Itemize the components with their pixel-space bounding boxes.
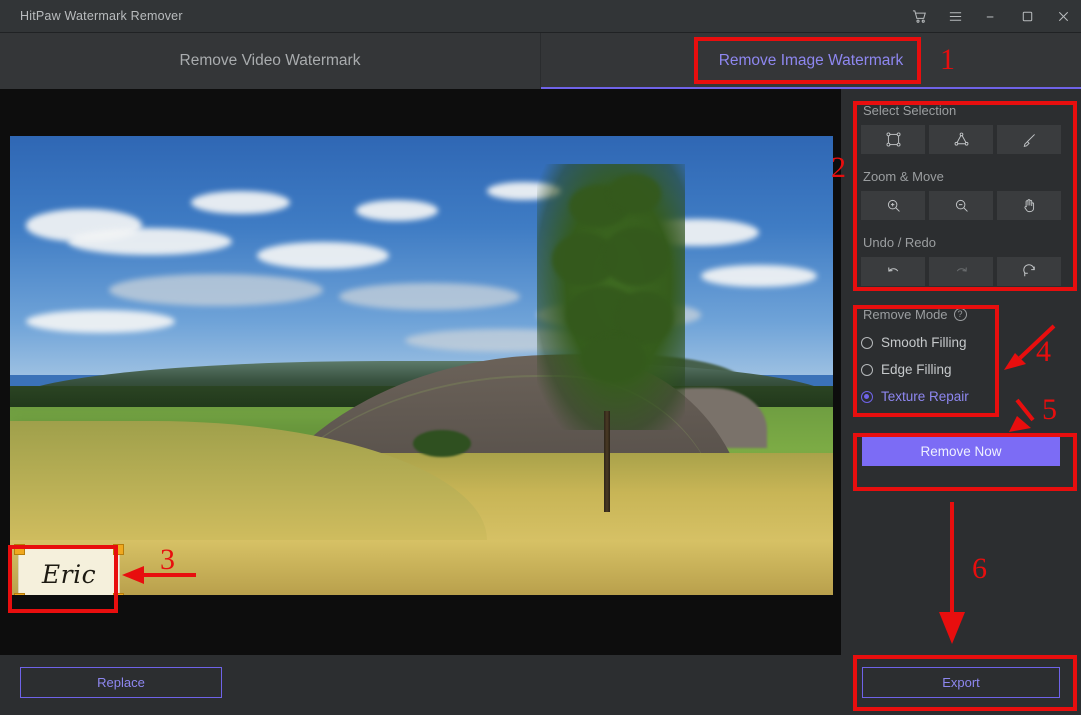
zoom-out-tool[interactable] xyxy=(929,191,993,220)
replace-label: Replace xyxy=(97,675,145,690)
tab-remove-video-watermark[interactable]: Remove Video Watermark xyxy=(0,33,541,89)
zoom-move-label: Zoom & Move xyxy=(863,169,944,184)
section-remove-mode: Remove Mode ? Smooth Filling Edge Fillin… xyxy=(861,307,995,410)
tab-bar: Remove Video Watermark Remove Image Wate… xyxy=(0,33,1081,89)
menu-icon[interactable] xyxy=(937,0,973,33)
radio-texture-repair[interactable]: Texture Repair xyxy=(861,383,995,410)
polygon-select-tool[interactable] xyxy=(929,125,993,154)
tree-trunk xyxy=(604,411,611,513)
maximize-icon[interactable] xyxy=(1009,0,1045,33)
tab-image-label: Remove Image Watermark xyxy=(718,52,904,69)
select-selection-label: Select Selection xyxy=(863,103,957,118)
window-controls xyxy=(901,0,1081,33)
replace-button[interactable]: Replace xyxy=(20,667,222,698)
close-icon[interactable] xyxy=(1045,0,1081,33)
undo-redo-label: Undo / Redo xyxy=(863,235,936,250)
section-zoom-move: Zoom & Move xyxy=(861,169,1061,220)
canvas-area[interactable]: Eric xyxy=(0,89,841,655)
resize-handle-top-left[interactable] xyxy=(14,544,25,555)
export-label: Export xyxy=(942,675,980,690)
remove-now-label: Remove Now xyxy=(920,444,1002,459)
pan-tool[interactable] xyxy=(997,191,1061,220)
app-window: HitPaw Watermark Remover Remove Video Wa… xyxy=(0,0,1081,715)
brush-select-tool[interactable] xyxy=(997,125,1061,154)
radio-edge-filling-label: Edge Filling xyxy=(881,362,952,377)
cart-icon[interactable] xyxy=(901,0,937,33)
section-undo-redo: Undo / Redo xyxy=(861,235,1061,286)
watermark-text: Eric xyxy=(41,559,97,589)
zoom-in-tool[interactable] xyxy=(861,191,925,220)
radio-indicator xyxy=(861,390,873,403)
export-button[interactable]: Export xyxy=(862,667,1060,698)
remove-mode-title: Remove Mode xyxy=(863,307,948,322)
rectangle-select-tool[interactable] xyxy=(861,125,925,154)
section-select-selection: Select Selection xyxy=(861,103,1061,154)
redo-button[interactable] xyxy=(929,257,993,286)
photo-preview[interactable]: Eric xyxy=(10,136,833,595)
app-title: HitPaw Watermark Remover xyxy=(20,9,183,23)
radio-indicator xyxy=(861,336,873,349)
watermark-selection[interactable]: Eric xyxy=(14,544,124,595)
radio-smooth-filling-label: Smooth Filling xyxy=(881,335,967,350)
radio-smooth-filling[interactable]: Smooth Filling xyxy=(861,329,995,356)
title-bar: HitPaw Watermark Remover xyxy=(0,0,1081,33)
tab-remove-image-watermark[interactable]: Remove Image Watermark xyxy=(541,33,1081,89)
resize-handle-top-right[interactable] xyxy=(113,544,124,555)
resize-handle-bottom-left[interactable] xyxy=(14,593,25,595)
reset-button[interactable] xyxy=(997,257,1061,286)
tools-panel: Select Selection Zoom & Move Undo / Redo… xyxy=(841,89,1081,655)
question-mark-icon[interactable]: ? xyxy=(953,308,967,321)
remove-now-button[interactable]: Remove Now xyxy=(862,437,1060,466)
resize-handle-bottom-right[interactable] xyxy=(113,593,124,595)
undo-button[interactable] xyxy=(861,257,925,286)
tree xyxy=(536,163,685,430)
radio-indicator xyxy=(861,363,873,376)
radio-edge-filling[interactable]: Edge Filling xyxy=(861,356,995,383)
radio-texture-repair-label: Texture Repair xyxy=(881,389,969,404)
minimize-icon[interactable] xyxy=(973,0,1009,33)
remove-mode-label: Remove Mode ? xyxy=(863,307,995,322)
tab-video-label: Remove Video Watermark xyxy=(179,52,361,69)
